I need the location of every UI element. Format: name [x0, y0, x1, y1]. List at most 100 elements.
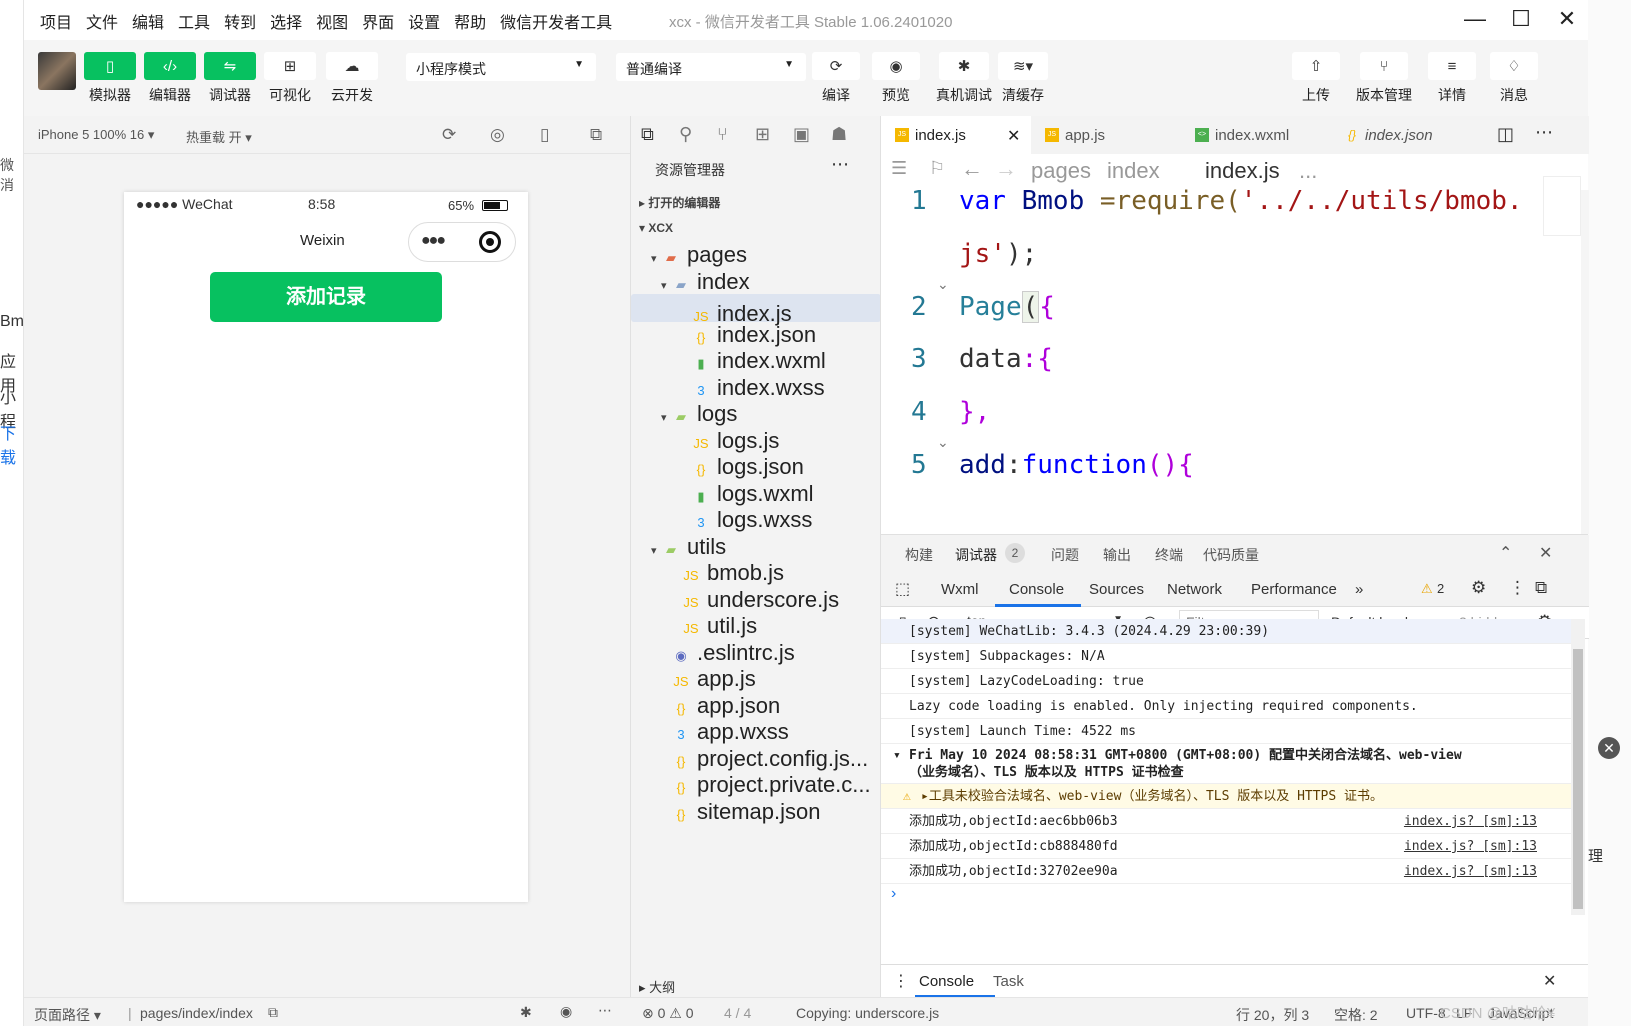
console-row[interactable]: 添加成功,objectId:cb888480fd index.js? [sm]:1…	[881, 834, 1571, 859]
avatar[interactable]	[38, 52, 76, 90]
fold-icon[interactable]: ⌄	[937, 276, 949, 293]
dock-icon[interactable]: ⧉	[1535, 578, 1547, 598]
menu-item[interactable]: 编辑	[132, 9, 164, 33]
open-editors-section[interactable]: ▸ 打开的编辑器	[639, 194, 720, 211]
fold-icon[interactable]: ⌄	[937, 434, 949, 451]
preview-button[interactable]: ◉ 预览	[872, 52, 920, 105]
tree-file[interactable]: ▮ index.wxml	[631, 347, 881, 375]
problems-count[interactable]: ⊗ 0 ⚠ 0	[642, 1005, 694, 1022]
tree-file[interactable]: JS app.js	[631, 665, 881, 693]
more-icon[interactable]: ⋯	[831, 154, 849, 175]
version-button[interactable]: ⑂ 版本管理	[1356, 52, 1412, 105]
refresh-icon[interactable]: ⟳	[442, 125, 456, 145]
simulator-button[interactable]: ▯ 模拟器	[84, 52, 136, 105]
bookmark-icon[interactable]: ⚐	[929, 158, 945, 179]
console-prompt[interactable]: ›	[891, 885, 896, 903]
visual-button[interactable]: ⊞ 可视化	[264, 52, 316, 105]
console-row[interactable]: [system] LazyCodeLoading: true	[881, 669, 1571, 694]
tree-file[interactable]: {} app.json	[631, 692, 881, 720]
source-link[interactable]: index.js? [sm]:13	[1404, 834, 1537, 859]
tree-file[interactable]: {} logs.json	[631, 453, 881, 481]
source-control-icon[interactable]: ⑂	[717, 124, 728, 145]
compile-button[interactable]: ⟳ 编译	[812, 52, 860, 105]
tab-drawer-task[interactable]: Task	[993, 973, 1024, 990]
tab-output[interactable]: 输出	[1103, 545, 1131, 565]
menu-item[interactable]: 视图	[316, 9, 348, 33]
tab-sources[interactable]: Sources	[1089, 581, 1144, 598]
close-icon[interactable]: ✕	[1598, 737, 1620, 759]
compile-select[interactable]: 普通编译 ▼	[616, 53, 806, 81]
more-icon[interactable]: ⋯	[1535, 122, 1553, 143]
tree-file[interactable]: {} project.private.c...	[631, 771, 881, 799]
console-row[interactable]: [system] WeChatLib: 3.4.3 (2024.4.29 23:…	[881, 619, 1571, 644]
docker-icon[interactable]: ☗	[831, 124, 847, 145]
forward-icon[interactable]: →	[995, 156, 1017, 182]
tab-index-wxml[interactable]: <> index.wxml	[1181, 116, 1331, 154]
crumb-item[interactable]: index.js	[1205, 158, 1280, 184]
scrollbar-thumb[interactable]	[1573, 649, 1583, 909]
maximize-icon[interactable]: ☐	[1508, 6, 1534, 32]
crumb-item[interactable]: ...	[1299, 158, 1317, 184]
messages-button[interactable]: ♢ 消息	[1490, 52, 1538, 105]
console-row[interactable]: Lazy code loading is enabled. Only injec…	[881, 694, 1571, 719]
tab-problems[interactable]: 问题	[1051, 545, 1079, 565]
window-icon[interactable]: ⧉	[590, 125, 602, 145]
editor-button[interactable]: ‹/› 编辑器	[144, 52, 196, 105]
tab-index-js[interactable]: JS index.js ✕	[881, 116, 1031, 154]
crumb-item[interactable]: pages	[1031, 158, 1091, 184]
tree-file[interactable]: JS logs.js	[631, 427, 881, 455]
search-icon[interactable]: ⚲	[679, 124, 692, 145]
tab-build[interactable]: 构建	[905, 545, 933, 565]
eye-icon[interactable]: ◉	[560, 1003, 572, 1020]
more-icon[interactable]: ⋯	[598, 1002, 612, 1019]
console-warning[interactable]: ⚠ ▸工具未校验合法域名、web-view（业务域名）、TLS 版本以及 HTT…	[881, 784, 1571, 809]
editor-scrollbar[interactable]	[1581, 190, 1589, 534]
more-tabs-icon[interactable]: »	[1355, 581, 1363, 598]
tab-drawer-console[interactable]: Console	[919, 973, 974, 990]
close-icon[interactable]: ✕	[1543, 971, 1556, 991]
tab-console[interactable]: Console	[1009, 581, 1064, 598]
tab-terminal[interactable]: 终端	[1155, 545, 1183, 565]
console-row[interactable]: 添加成功,objectId:32702ee90a index.js? [sm]:1…	[881, 859, 1571, 884]
source-link[interactable]: index.js? [sm]:13	[1404, 809, 1537, 834]
console-row[interactable]: [system] Launch Time: 4522 ms	[881, 719, 1571, 744]
page-path-toggle[interactable]: 页面路径 ▾	[34, 1005, 101, 1025]
minimap[interactable]	[1543, 176, 1581, 236]
indentation[interactable]: 空格: 2	[1334, 1005, 1378, 1025]
tree-folder[interactable]: ▾ ▰ index	[631, 268, 881, 296]
tree-file[interactable]: JS index.js	[631, 294, 881, 326]
tab-code-quality[interactable]: 代码质量	[1203, 545, 1259, 565]
tree-file[interactable]: 3 index.wxss	[631, 374, 881, 402]
files-icon[interactable]: ⧉	[641, 124, 654, 145]
gear-icon[interactable]: ⚙	[1471, 578, 1486, 598]
list-icon[interactable]: ☰	[891, 158, 907, 179]
tree-file[interactable]: 3 app.wxss	[631, 718, 881, 746]
menu-item[interactable]: 文件	[86, 9, 118, 33]
warning-icon[interactable]: ⚠	[1421, 581, 1433, 597]
close-icon[interactable]: ✕	[1539, 543, 1552, 563]
close-icon[interactable]: ✕	[1554, 6, 1580, 32]
tab-index-json[interactable]: {} index.json	[1331, 116, 1481, 154]
real-debug-button[interactable]: ✱ 真机调试	[936, 52, 992, 105]
cloud-button[interactable]: ☁ 云开发	[326, 52, 378, 105]
tree-folder[interactable]: ▾ ▰ logs	[631, 400, 881, 428]
device-select[interactable]: iPhone 5 100% 16 ▾	[38, 127, 154, 143]
menu-item[interactable]: 转到	[224, 9, 256, 33]
record-icon[interactable]	[479, 231, 501, 253]
storage-icon[interactable]: ▣	[793, 124, 810, 145]
chevron-up-icon[interactable]: ⌃	[1499, 543, 1512, 563]
hotreload-toggle[interactable]: 热重载 开 ▾	[186, 127, 252, 146]
upload-button[interactable]: ⇧ 上传	[1292, 52, 1340, 105]
more-vertical-icon[interactable]: ⋮	[1509, 578, 1526, 598]
split-editor-icon[interactable]: ◫	[1497, 124, 1514, 145]
bug-icon[interactable]: ✱	[520, 1004, 532, 1021]
clear-cache-button[interactable]: ≋▾ 清缓存	[998, 52, 1048, 105]
tab-app-js[interactable]: JS app.js	[1031, 116, 1181, 154]
tree-file[interactable]: JS underscore.js	[631, 586, 881, 614]
extensions-icon[interactable]: ⊞	[755, 124, 770, 145]
tree-file[interactable]: JS bmob.js	[631, 559, 881, 587]
console-row[interactable]: [system] Subpackages: N/A	[881, 644, 1571, 669]
source-link[interactable]: index.js? [sm]:13	[1404, 859, 1537, 884]
mode-select[interactable]: 小程序模式 ▼	[406, 53, 596, 81]
add-record-button[interactable]: 添加记录	[210, 272, 442, 322]
